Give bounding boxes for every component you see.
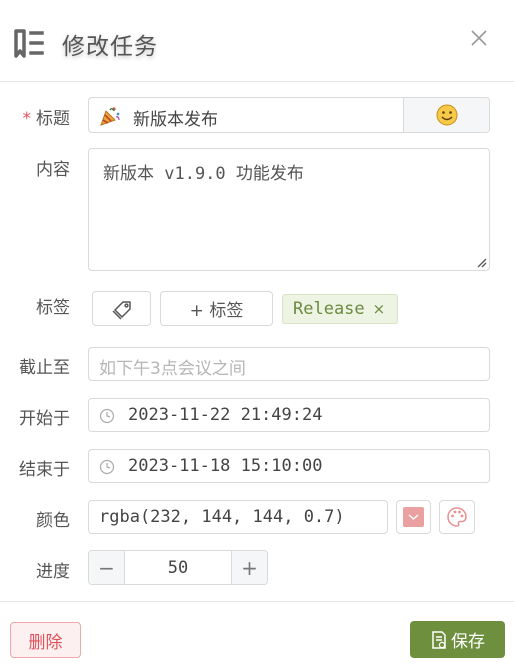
tags-label: 标签 xyxy=(36,298,70,318)
dialog-footer: 删除 保存 xyxy=(0,601,514,671)
deadline-label: 截止至 xyxy=(19,358,70,378)
end-label: 结束于 xyxy=(19,460,70,480)
clock-icon xyxy=(99,459,115,475)
progress-stepper: − 50 + xyxy=(88,550,268,585)
title-input[interactable]: 新版本发布 xyxy=(88,97,490,133)
party-popper-icon xyxy=(100,107,120,126)
increment-button[interactable]: + xyxy=(231,551,267,584)
content-value: 新版本 v1.9.0 功能发布 xyxy=(103,164,304,184)
delete-button[interactable]: 删除 xyxy=(10,622,81,658)
color-palette-button[interactable] xyxy=(439,500,475,534)
save-label: 保存 xyxy=(451,632,485,652)
smiley-icon xyxy=(436,104,457,126)
save-icon xyxy=(432,630,446,649)
deadline-input[interactable]: 如下午3点会议之间 xyxy=(88,347,490,381)
required-mark: * xyxy=(22,109,32,129)
color-swatch xyxy=(403,507,424,527)
dialog-header: 修改任务 xyxy=(0,0,514,82)
progress-value[interactable]: 50 xyxy=(125,558,231,578)
palette-icon xyxy=(447,507,467,527)
color-value: rgba(232, 144, 144, 0.7) xyxy=(99,507,345,527)
tag-text: Release xyxy=(293,299,365,319)
tags-icon xyxy=(111,300,131,320)
title-value: 新版本发布 xyxy=(133,110,218,130)
emoji-picker-button[interactable] xyxy=(403,98,489,132)
progress-label: 进度 xyxy=(36,562,70,582)
tag-remove-icon[interactable]: × xyxy=(373,300,386,318)
clock-icon xyxy=(99,408,115,424)
color-input[interactable]: rgba(232, 144, 144, 0.7) xyxy=(88,500,388,534)
start-time-input[interactable]: 2023-11-22 21:49:24 xyxy=(88,398,490,432)
start-time-value: 2023-11-22 21:49:24 xyxy=(128,405,323,425)
title-label: * 标题 xyxy=(22,109,71,129)
dialog-title: 修改任务 xyxy=(62,34,158,60)
close-icon[interactable] xyxy=(468,27,490,49)
task-list-icon xyxy=(14,29,44,58)
start-label: 开始于 xyxy=(19,409,70,429)
end-time-input[interactable]: 2023-11-18 15:10:00 xyxy=(88,449,490,483)
content-label: 内容 xyxy=(36,160,70,180)
color-label: 颜色 xyxy=(36,511,70,531)
color-swatch-button[interactable] xyxy=(396,500,431,534)
chevron-down-icon xyxy=(408,514,419,520)
tag-select-button[interactable] xyxy=(92,291,151,326)
add-tag-button[interactable]: + 标签 xyxy=(160,291,273,326)
end-time-value: 2023-11-18 15:10:00 xyxy=(128,456,323,476)
content-textarea[interactable]: 新版本 v1.9.0 功能发布 xyxy=(88,148,490,271)
decrement-button[interactable]: − xyxy=(89,551,125,584)
resize-handle-icon[interactable] xyxy=(475,256,487,268)
deadline-placeholder: 如下午3点会议之间 xyxy=(99,359,246,379)
tag-chip: Release × xyxy=(282,294,398,324)
save-button[interactable]: 保存 xyxy=(410,621,505,658)
